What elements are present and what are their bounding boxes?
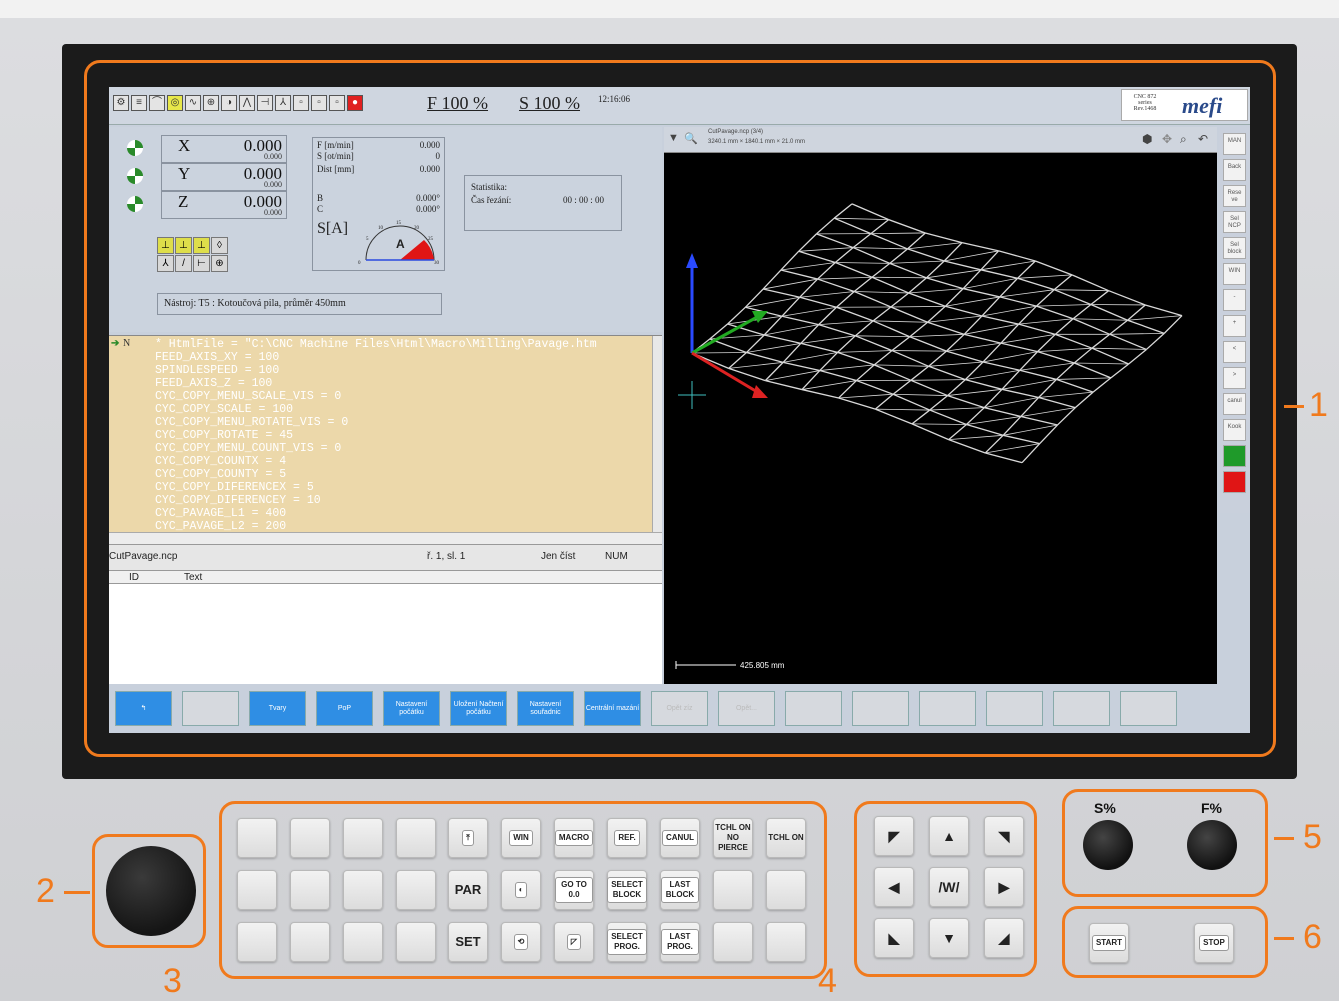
keypad-key-r3-c7[interactable]: ◸ <box>554 922 594 962</box>
jog-up-left-key[interactable]: ◤ <box>874 816 914 856</box>
jog-left-icon: ◀ <box>888 879 900 895</box>
stop-button[interactable]: STOP <box>1194 923 1234 963</box>
jog-up-left-icon: ◤ <box>888 828 900 844</box>
callout-number-5: 5 <box>1303 818 1322 856</box>
jog-left-key[interactable]: ◀ <box>874 867 914 907</box>
keypad-key-label: ◐ <box>514 882 528 898</box>
jog-right-icon: ▶ <box>998 879 1010 895</box>
keypad-key-label: CANUL <box>662 830 698 846</box>
feed-override-knob[interactable] <box>1187 820 1237 870</box>
keypad-key-r1-c8[interactable]: REF. <box>607 818 647 858</box>
keypad-key-r1-c7[interactable]: MACRO <box>554 818 594 858</box>
keypad-key-label: TCHL ON <box>768 833 804 842</box>
keypad-key-r3-c8[interactable]: SELECT PROG. <box>607 922 647 962</box>
callout-number-2: 2 <box>36 872 55 910</box>
callout-line-2 <box>64 891 90 894</box>
callout-line-1 <box>1284 405 1304 408</box>
keypad-key-r1-c3[interactable] <box>343 818 383 858</box>
keypad-key-label: SELECT PROG. <box>607 929 647 955</box>
keypad-key-label: WIN <box>509 830 533 846</box>
keypad-key-label: ⤒ <box>462 830 474 846</box>
keypad-key-r2-c9[interactable]: LAST BLOCK <box>660 870 700 910</box>
keypad-key-label: TCHL ON NO PIERCE <box>715 823 751 852</box>
keypad-key-r2-c8[interactable]: SELECT BLOCK <box>607 870 647 910</box>
keypad-key-r2-c3[interactable] <box>343 870 383 910</box>
keypad-key-r2-c7[interactable]: GO TO 0.0 <box>554 870 594 910</box>
keypad-key-label: MACRO <box>554 830 594 846</box>
keypad-key-label: ◸ <box>566 934 582 950</box>
jog-down-icon: ▼ <box>942 930 956 946</box>
jog-up-right-icon: ◥ <box>998 828 1010 844</box>
stop-label: STOP <box>1199 935 1229 951</box>
keypad-key-r1-c11[interactable]: TCHL ON <box>766 818 806 858</box>
feed-knob-label: F% <box>1201 800 1222 816</box>
jog-right-key[interactable]: ▶ <box>984 867 1024 907</box>
keypad-key-r3-c2[interactable] <box>290 922 330 962</box>
photo-top-margin <box>0 0 1339 18</box>
keypad-key-label: LAST PROG. <box>661 929 699 955</box>
keypad-key-r3-c9[interactable]: LAST PROG. <box>660 922 700 962</box>
spindle-knob-label: S% <box>1094 800 1116 816</box>
jog-rapid-icon: /W/ <box>938 879 960 895</box>
keypad-key-r2-c1[interactable] <box>237 870 277 910</box>
keypad-key-r2-c5[interactable]: PAR <box>448 870 488 910</box>
spindle-override-knob[interactable] <box>1083 820 1133 870</box>
keypad-key-r1-c4[interactable] <box>396 818 436 858</box>
jog-up-right-key[interactable]: ◥ <box>984 816 1024 856</box>
callout-number-1: 1 <box>1309 386 1328 424</box>
callout-frame-1 <box>84 60 1276 757</box>
callout-number-3: 3 <box>163 962 182 1000</box>
keypad-key-r2-c11[interactable] <box>766 870 806 910</box>
jog-up-icon: ▲ <box>942 828 956 844</box>
keypad-key-r1-c9[interactable]: CANUL <box>660 818 700 858</box>
keypad-key-r3-c5[interactable]: SET <box>448 922 488 962</box>
jog-down-right-icon: ◢ <box>998 930 1010 946</box>
keypad-key-r3-c1[interactable] <box>237 922 277 962</box>
keypad-key-r3-c6[interactable]: ⟲ <box>501 922 541 962</box>
keypad-key-r1-c6[interactable]: WIN <box>501 818 541 858</box>
start-button[interactable]: START <box>1089 923 1129 963</box>
callout-line-6 <box>1274 937 1294 940</box>
jog-down-right-key[interactable]: ◢ <box>984 918 1024 958</box>
keypad-key-r1-c2[interactable] <box>290 818 330 858</box>
keypad-key-r1-c1[interactable] <box>237 818 277 858</box>
jog-down-left-icon: ◣ <box>888 930 900 946</box>
keypad-key-r2-c10[interactable] <box>713 870 753 910</box>
callout-number-4: 4 <box>818 962 837 1000</box>
keypad-key-r2-c6[interactable]: ◐ <box>501 870 541 910</box>
callout-line-5 <box>1274 837 1294 840</box>
keypad-key-r3-c10[interactable] <box>713 922 753 962</box>
keypad-key-label: LAST BLOCK <box>661 877 699 903</box>
keypad-key-r1-c5[interactable]: ⤒ <box>448 818 488 858</box>
keypad-key-r1-c10[interactable]: TCHL ON NO PIERCE <box>713 818 753 858</box>
jog-up-key[interactable]: ▲ <box>929 816 969 856</box>
start-label: START <box>1091 935 1127 951</box>
jog-down-key[interactable]: ▼ <box>929 918 969 958</box>
usb-port-cover[interactable] <box>106 846 196 936</box>
keypad-key-r3-c4[interactable] <box>396 922 436 962</box>
keypad-key-r3-c11[interactable] <box>766 922 806 962</box>
keypad-key-label: PAR <box>454 882 482 897</box>
keypad-key-label: GO TO 0.0 <box>555 877 593 903</box>
keypad-key-r3-c3[interactable] <box>343 922 383 962</box>
keypad-key-label: ⟲ <box>513 934 529 950</box>
jog-rapid-key[interactable]: /W/ <box>929 867 969 907</box>
keypad-key-r2-c2[interactable] <box>290 870 330 910</box>
keypad-key-label: REF. <box>614 830 640 846</box>
keypad-key-label: SET <box>455 934 481 949</box>
jog-down-left-key[interactable]: ◣ <box>874 918 914 958</box>
callout-number-6: 6 <box>1303 918 1322 956</box>
keypad-key-r2-c4[interactable] <box>396 870 436 910</box>
keypad-key-label: SELECT BLOCK <box>607 877 647 903</box>
